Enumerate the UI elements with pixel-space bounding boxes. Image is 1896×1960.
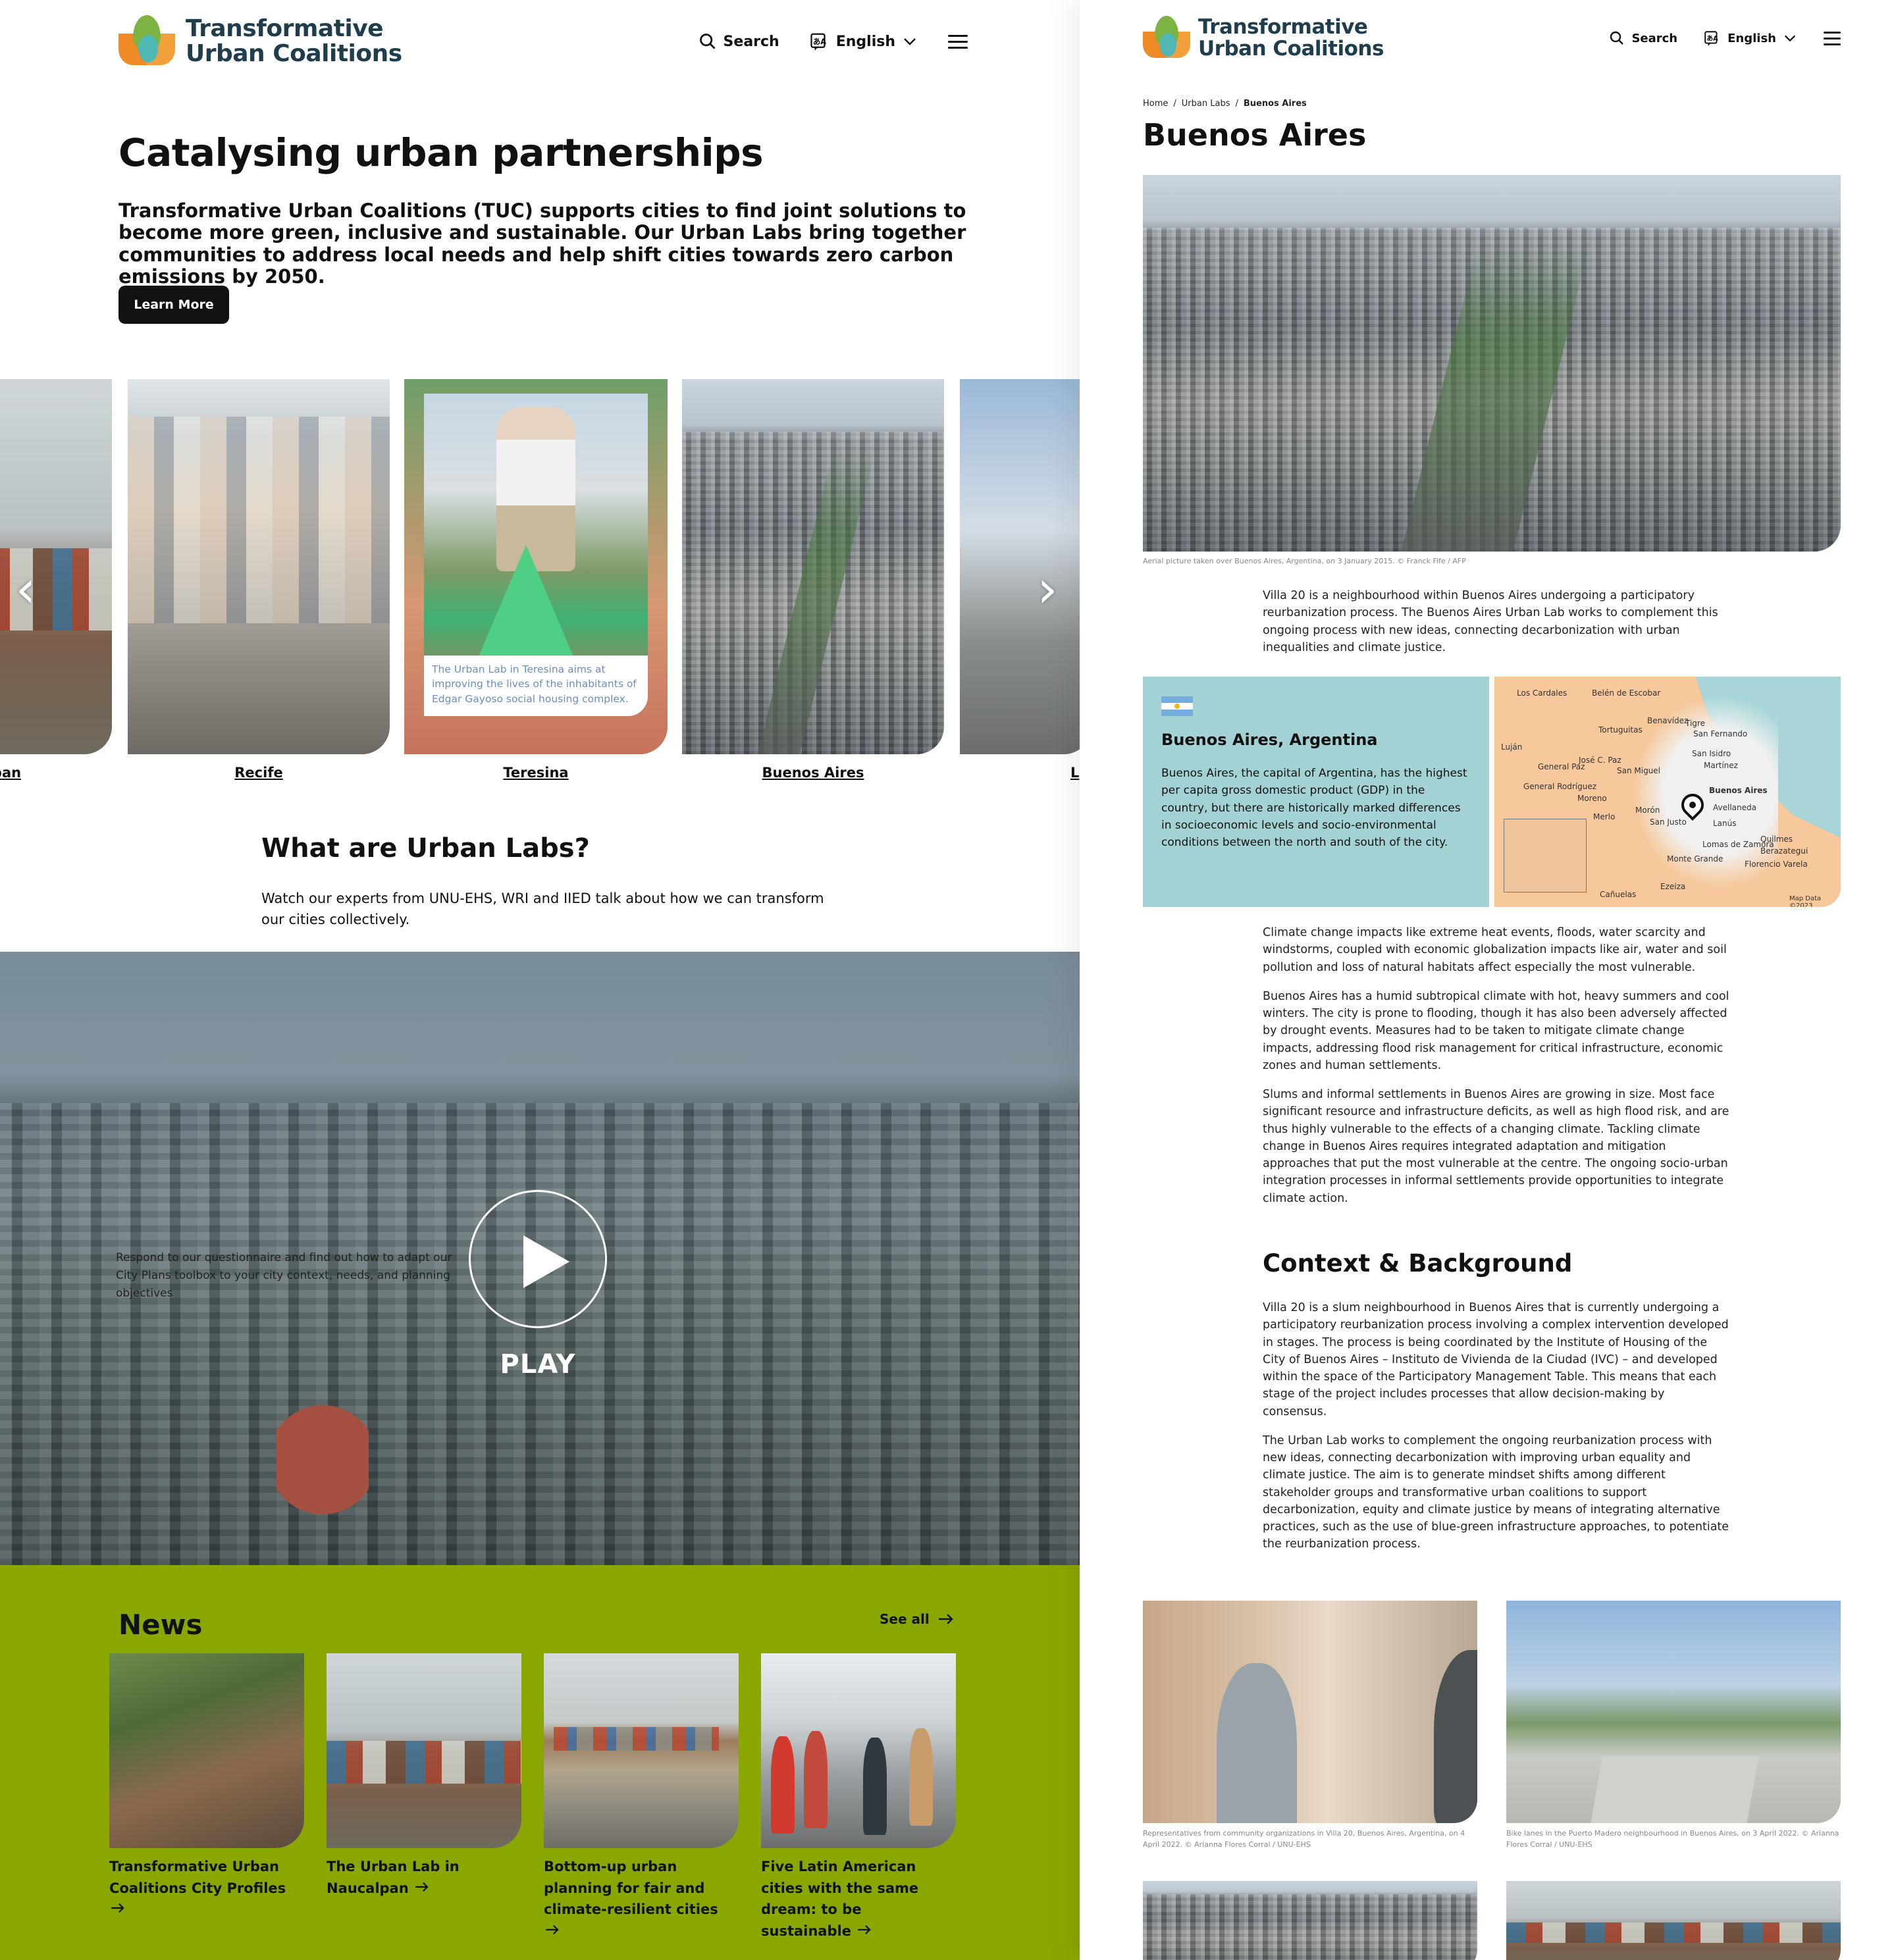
site-header: Transformative Urban Coalitions Search あ… [1143,12,1841,64]
language-label: English [835,33,895,50]
news-title: Transformative Urban Coalitions City Pro… [109,1859,286,1896]
see-all-link[interactable]: See all [880,1611,955,1627]
city-info-text: Buenos Aires, the capital of Argentina, … [1161,767,1467,850]
lotus-logo-icon [118,15,175,68]
search-button[interactable]: Search [1609,30,1677,46]
arrow-right-icon [111,1903,124,1913]
city-map[interactable]: Los Cardales Belén de Escobar Tortuguita… [1494,677,1841,907]
urban-labs-text: Watch our experts from UNU-EHS, WRI and … [261,890,824,927]
carousel-prev-icon[interactable]: ‹ [9,563,42,616]
hero-image [1143,175,1841,552]
news-section: News See all Transformative Urban Coalit… [0,1565,1080,1960]
svg-text:あA: あA [813,38,826,46]
breadcrumb: Home / Urban Labs / Buenos Aires [1143,99,1307,109]
search-icon [699,34,716,49]
search-button[interactable]: Search [698,32,779,51]
carousel-card[interactable]: The Urban Lab in Teresina aims at improv… [404,379,668,754]
language-selector[interactable]: あA English [810,32,918,51]
news-card[interactable]: Bottom-up urban planning for fair and cl… [544,1653,739,1942]
hero-caption: Aerial picture taken over Buenos Aires, … [1143,557,1466,565]
news-photo [761,1653,956,1848]
gallery-photo[interactable] [1143,1881,1477,1960]
news-title: The Urban Lab in Naucalpan [327,1859,460,1896]
see-all-label: See all [880,1611,930,1627]
header-nav: Search あA English [698,31,968,53]
news-photo [109,1653,304,1848]
homepage-panel: Transformative Urban Coalitions Search あ… [0,0,1080,1960]
carousel-next-icon[interactable]: › [1031,563,1064,616]
translate-icon: あA [1704,31,1718,46]
hero-title: Catalysing urban partnerships [118,130,764,175]
intro-text: Villa 20 is a neighbourhood within Bueno… [1263,589,1718,654]
site-logo[interactable]: Transformative Urban Coalitions [1143,16,1384,61]
play-icon[interactable] [469,1190,607,1328]
video-section[interactable]: Respond to our questionnaire and find ou… [0,952,1080,1565]
search-label: Search [1631,31,1678,45]
news-heading: News [118,1609,203,1641]
arrow-right-icon [938,1614,953,1624]
card-label[interactable]: Recife [128,765,390,781]
card-label[interactable]: Teresina [404,765,668,781]
learn-more-button[interactable]: Learn More [118,286,229,324]
context-heading: Context & Background [1263,1249,1573,1277]
play-button[interactable]: PLAY [469,1349,607,1380]
urban-labs-carousel: The Urban Lab in Teresina aims at improv… [0,379,1080,787]
breadcrumb-urban-labs[interactable]: Urban Labs [1182,99,1230,109]
arrow-right-icon [415,1882,429,1892]
card-label[interactable]: Buenos Aires [682,765,944,781]
news-title: Bottom-up urban planning for fair and cl… [544,1859,718,1918]
breadcrumb-home[interactable]: Home [1143,99,1168,109]
news-card[interactable]: Five Latin American cities with the same… [761,1653,956,1942]
gallery-photo[interactable] [1506,1881,1841,1960]
hero-description: Transformative Urban Coalitions (TUC) su… [118,199,966,288]
gallery-caption: Representatives from community organizat… [1143,1829,1465,1849]
site-logo[interactable]: Transformative Urban Coalitions [118,15,402,68]
gallery-photo[interactable] [1506,1601,1841,1823]
chevron-down-icon [904,38,916,45]
carousel-card[interactable] [128,379,390,754]
search-icon [1610,31,1624,45]
page-title: Buenos Aires [1143,117,1367,153]
arrow-right-icon [858,1924,871,1934]
hamburger-icon[interactable] [948,31,968,53]
lotus-logo-icon [1143,16,1190,61]
climate-text: Climate change impacts like extreme heat… [1263,926,1729,1205]
city-info-title: Buenos Aires, Argentina [1161,731,1378,749]
card-label[interactable]: pan [0,765,26,781]
city-detail-panel: Transformative Urban Coalitions Search あ… [1080,0,1896,1960]
news-card[interactable]: The Urban Lab in Naucalpan [327,1653,521,1899]
language-label: English [1727,31,1776,45]
logo-line-1: Transformative [186,15,384,43]
language-selector[interactable]: あA English [1704,30,1797,47]
site-header: Transformative Urban Coalitions Search あ… [118,12,968,71]
argentina-flag-icon [1161,696,1193,716]
search-label: Search [723,33,779,50]
context-text: Villa 20 is a slum neighbourhood in Buen… [1263,1301,1729,1551]
logo-line-2: Urban Coalitions [186,40,402,67]
header-nav: Search あA English [1609,28,1841,49]
carousel-card[interactable] [682,379,944,754]
card-caption: The Urban Lab in Teresina aims at improv… [424,656,648,716]
news-title: Five Latin American cities with the same… [761,1859,919,1939]
city-info-box: Buenos Aires, Argentina Buenos Aires, th… [1143,677,1489,907]
video-prompt-text: Respond to our questionnaire and find ou… [116,1251,452,1301]
breadcrumb-current: Buenos Aires [1243,99,1307,109]
news-photo [327,1653,521,1848]
news-photo [544,1653,739,1848]
gallery-photo[interactable] [1143,1601,1477,1823]
hamburger-icon[interactable] [1824,28,1841,49]
urban-labs-heading: What are Urban Labs? [261,833,590,864]
chevron-down-icon [1784,35,1796,42]
news-card[interactable]: Transformative Urban Coalitions City Pro… [109,1653,304,1921]
svg-text:あA: あA [1706,34,1718,42]
logo-line-1: Transformative [1198,15,1368,39]
logo-line-2: Urban Coalitions [1198,37,1384,61]
arrow-right-icon [546,1924,559,1934]
translate-icon: あA [810,33,826,51]
map-inset [1504,819,1587,892]
gallery-caption: Bike lanes in the Puerto Madero neighbou… [1506,1829,1839,1849]
card-label[interactable]: L [1070,765,1080,781]
